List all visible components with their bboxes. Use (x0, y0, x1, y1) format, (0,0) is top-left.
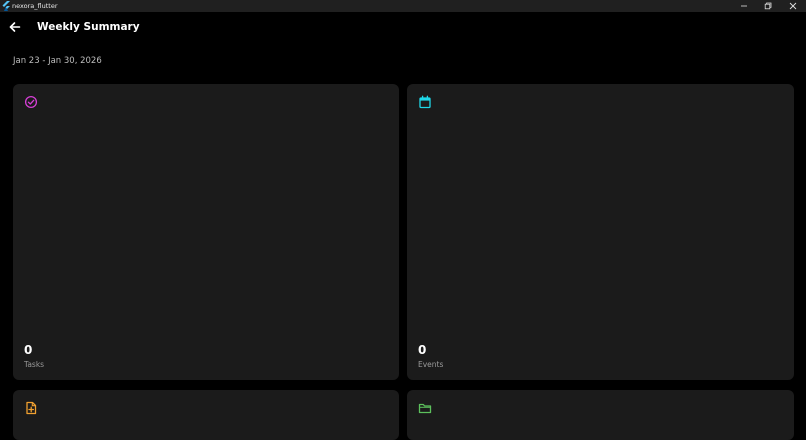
events-summary-card[interactable]: 0 Events (407, 84, 794, 380)
check-circle-icon (24, 95, 38, 109)
back-button[interactable] (8, 19, 22, 33)
calendar-icon (419, 95, 431, 109)
maximize-button[interactable] (757, 0, 779, 12)
window-titlebar[interactable]: nexora_flutter (0, 0, 806, 12)
close-icon (789, 2, 797, 10)
minimize-icon (741, 5, 747, 7)
page-title: Weekly Summary (37, 21, 140, 33)
close-button[interactable] (782, 0, 804, 12)
events-count: 0 (418, 343, 427, 357)
events-label: Events (418, 360, 444, 369)
note-add-icon (26, 401, 37, 415)
tasks-summary-card[interactable]: 0 Tasks (13, 84, 399, 380)
arrow-left-icon (9, 22, 21, 32)
folder-icon (418, 403, 432, 414)
tasks-count: 0 (24, 343, 33, 357)
notes-summary-card[interactable] (13, 390, 399, 440)
folders-summary-card[interactable] (407, 390, 794, 440)
flutter-logo-icon (2, 1, 10, 11)
tasks-label: Tasks (24, 360, 45, 369)
window-title: nexora_flutter (12, 2, 58, 10)
minimize-button[interactable] (733, 0, 755, 12)
date-range-label: Jan 23 - Jan 30, 2026 (13, 56, 102, 66)
restore-icon (764, 2, 772, 10)
